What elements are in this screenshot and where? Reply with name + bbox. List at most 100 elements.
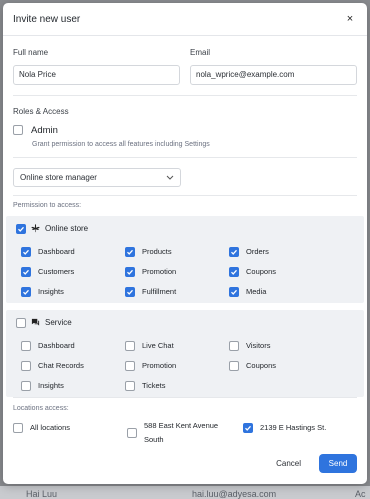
divider [13,194,357,196]
permission-group-online-store: Online store Dashboard Products Orders C… [6,215,364,303]
checkbox[interactable] [229,286,239,297]
location-label: 2139 E Hastings St. [260,423,327,432]
perm-coupons[interactable]: Coupons [229,266,333,277]
close-icon[interactable]: × [343,13,357,25]
checkbox[interactable] [21,360,31,371]
checkbox[interactable] [21,340,31,351]
checkbox[interactable] [125,246,135,257]
perm-label: Promotion [142,267,177,276]
divider [13,156,357,158]
admin-label: Admin [31,124,58,136]
background-user-email: hai.luu@adyesa.com [192,489,277,499]
role-select-value: Online store manager [20,172,97,182]
cancel-button[interactable]: Cancel [276,459,301,468]
checkbox[interactable] [21,380,31,391]
invite-user-modal: Invite new user × Full name Email Roles … [3,3,367,484]
group-checkbox-service[interactable] [16,317,26,328]
perm-label: Insights [38,287,64,296]
perm-label: Chat Records [38,361,84,370]
perm-label: Orders [246,247,269,256]
group-name: Online store [45,224,89,233]
perm-label: Coupons [246,267,277,276]
perm-fulfillment[interactable]: Fulfillment [125,286,229,297]
perm-visitors[interactable]: Visitors [229,340,333,351]
location-label-line2: South [144,434,164,444]
background-table-row: Hai Luu hai.luu@adyesa.com Ac [0,486,370,499]
perm-label: Customers [38,267,75,276]
checkbox[interactable] [21,266,31,277]
location-east-kent[interactable]: 588 East Kent Avenue South [127,419,243,447]
checkbox[interactable] [243,422,253,433]
chevron-down-icon [166,175,174,180]
send-button[interactable]: Send [319,454,357,473]
perm-insights[interactable]: Insights [21,286,125,297]
divider [13,94,357,96]
full-name-field[interactable] [13,64,180,85]
checkbox[interactable] [229,360,239,371]
perm-promotion[interactable]: Promotion [125,266,229,277]
location-label-wrap: 588 East Kent Avenue South [144,419,218,447]
checkbox[interactable] [229,266,239,277]
perm-label: Media [246,287,267,296]
locations-list: All locations 588 East Kent Avenue South… [13,419,357,447]
background-user-name: Hai Luu [26,489,58,499]
checkbox[interactable] [21,246,31,257]
perm-label: Dashboard [38,247,75,256]
perm-label: Visitors [246,341,271,350]
location-hastings[interactable]: 2139 E Hastings St. [243,422,327,433]
group-checkbox-online-store[interactable] [16,223,26,234]
admin-checkbox[interactable] [13,125,23,135]
checkbox[interactable] [125,380,135,391]
background-column-fragment: Ac [355,489,366,499]
admin-description: Grant permission to access all features … [32,140,210,148]
checkbox[interactable] [229,246,239,257]
email-label: Email [190,48,211,57]
permission-group-service: Service Dashboard Live Chat Visitors Cha… [6,309,364,397]
perm-chat-records[interactable]: Chat Records [21,360,125,371]
permission-items: Dashboard Live Chat Visitors Chat Record… [21,340,354,391]
role-select[interactable]: Online store manager [13,167,181,187]
divider [13,396,357,398]
perm-customers[interactable]: Customers [21,266,125,277]
perm-label: Live Chat [142,341,174,350]
location-all[interactable]: All locations [13,422,127,433]
cannabis-leaf-icon [31,224,40,233]
modal-title: Invite new user [13,13,81,25]
location-label: All locations [30,423,71,432]
chat-icon [31,318,40,326]
locations-label: Locations access: [13,404,69,412]
perm-dashboard[interactable]: Dashboard [21,340,125,351]
perm-coupons[interactable]: Coupons [229,360,333,371]
perm-media[interactable]: Media [229,286,333,297]
perm-tickets[interactable]: Tickets [125,380,229,391]
checkbox[interactable] [125,286,135,297]
perm-dashboard[interactable]: Dashboard [21,246,125,257]
full-name-label: Full name [13,48,49,57]
perm-orders[interactable]: Orders [229,246,333,257]
email-field[interactable] [190,64,357,85]
perm-promotion[interactable]: Promotion [125,360,229,371]
checkbox[interactable] [13,422,23,433]
modal-footer: Cancel Send [276,454,357,473]
perm-label: Insights [38,381,64,390]
permission-label: Permission to access: [13,201,82,209]
perm-label: Tickets [142,381,166,390]
checkbox[interactable] [125,340,135,351]
perm-insights[interactable]: Insights [21,380,125,391]
perm-label: Promotion [142,361,177,370]
perm-label: Products [142,247,172,256]
admin-option[interactable]: Admin [13,125,357,136]
roles-heading: Roles & Access [13,106,69,116]
perm-live-chat[interactable]: Live Chat [125,340,229,351]
perm-label: Dashboard [38,341,75,350]
checkbox[interactable] [21,286,31,297]
perm-products[interactable]: Products [125,246,229,257]
name-email-row: Full name Email [3,48,367,85]
permission-items: Dashboard Products Orders Customers Prom… [21,246,354,297]
perm-label: Coupons [246,361,277,370]
checkbox[interactable] [229,340,239,351]
checkbox[interactable] [125,360,135,371]
perm-label: Fulfillment [142,287,177,296]
checkbox[interactable] [125,266,135,277]
checkbox[interactable] [127,427,137,438]
